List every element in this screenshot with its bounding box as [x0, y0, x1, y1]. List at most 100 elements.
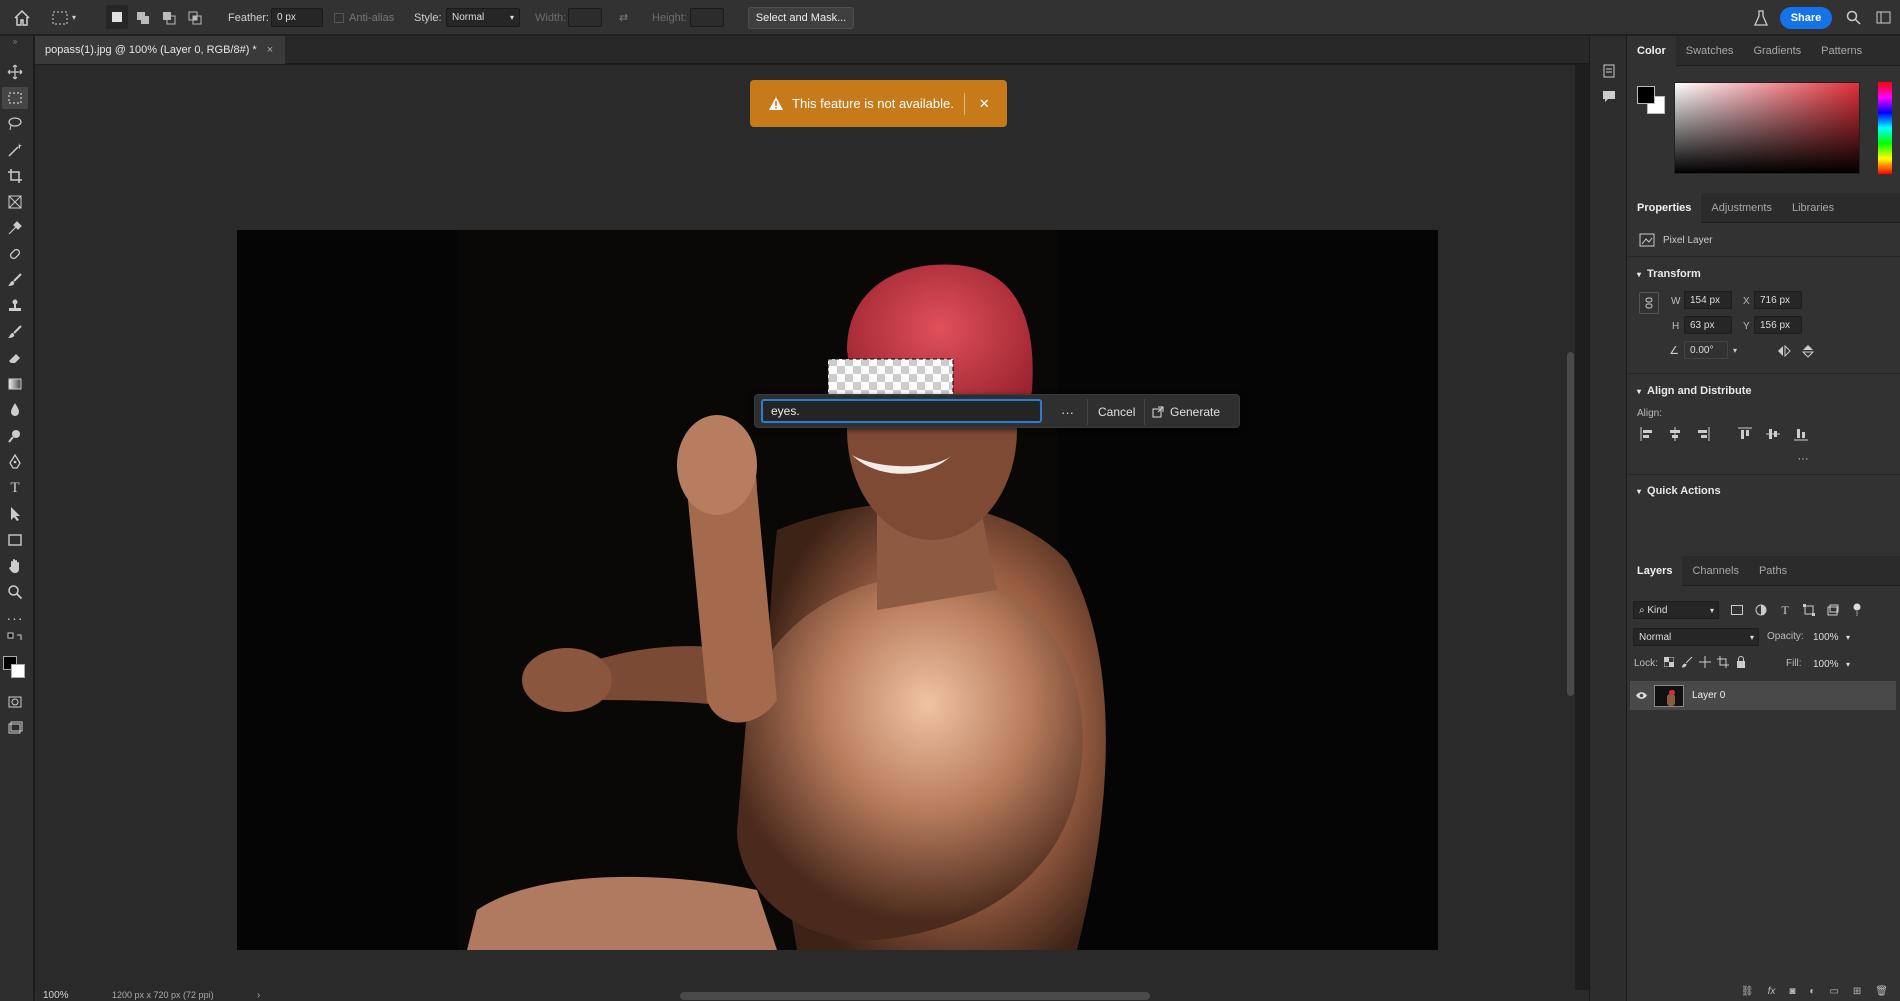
tab-patterns[interactable]: Patterns [1811, 36, 1872, 66]
gradient-tool-icon[interactable] [0, 373, 30, 395]
fx-icon[interactable]: fx [1768, 986, 1776, 997]
tab-gradients[interactable]: Gradients [1743, 36, 1811, 66]
flip-horizontal-icon[interactable] [1775, 342, 1793, 360]
prompt-input[interactable]: eyes. [761, 399, 1042, 423]
more-tools-icon[interactable]: ··· [0, 607, 30, 629]
cancel-button[interactable]: Cancel [1098, 395, 1135, 429]
eye-icon[interactable] [1630, 691, 1652, 700]
generate-button[interactable]: Generate [1152, 395, 1220, 429]
tab-adjustments[interactable]: Adjustments [1701, 193, 1782, 223]
select-and-mask-button[interactable]: Select and Mask... [748, 6, 854, 29]
tab-color[interactable]: Color [1627, 35, 1676, 66]
eyedropper-tool-icon[interactable] [0, 217, 30, 239]
flip-vertical-icon[interactable] [1799, 342, 1817, 360]
lock-artboard-icon[interactable] [1716, 655, 1730, 669]
marquee-tool-preset-picker[interactable]: ▾ [52, 0, 92, 35]
style-select[interactable]: Normal ▾ [446, 8, 520, 27]
document-image[interactable] [237, 230, 1438, 950]
angle-field[interactable]: 0.00° [1684, 341, 1728, 359]
brush-tool-icon[interactable] [0, 269, 30, 291]
tab-channels[interactable]: Channels [1682, 556, 1748, 586]
filter-toggle-icon[interactable] [1849, 601, 1865, 619]
opacity-field[interactable]: 100% ▾ [1807, 628, 1853, 646]
align-section-header[interactable]: ▾ Align and Distribute [1637, 385, 1752, 397]
more-options-button[interactable]: ··· [1061, 395, 1074, 429]
align-center-horizontal-icon[interactable] [1667, 426, 1683, 442]
new-selection-icon[interactable] [106, 5, 128, 29]
home-icon[interactable] [10, 0, 34, 35]
color-field[interactable] [1674, 82, 1860, 174]
lock-all-icon[interactable] [1734, 655, 1748, 669]
horizontal-scroll-thumb[interactable] [680, 992, 1150, 1000]
lock-position-icon[interactable] [1698, 655, 1712, 669]
healing-brush-tool-icon[interactable] [0, 243, 30, 265]
filter-type-icon[interactable]: T [1777, 601, 1793, 619]
new-group-icon[interactable]: ▭ [1829, 986, 1838, 997]
tab-libraries[interactable]: Libraries [1782, 193, 1844, 223]
intersect-selection-icon[interactable] [184, 0, 206, 35]
tab-layers[interactable]: Layers [1627, 555, 1683, 586]
link-dimensions-icon[interactable] [1639, 292, 1659, 314]
transform-section-header[interactable]: ▾ Transform [1637, 268, 1701, 280]
blur-tool-icon[interactable] [0, 399, 30, 421]
link-layers-icon[interactable]: ⛓ [1741, 986, 1754, 997]
eraser-tool-icon[interactable] [0, 347, 30, 369]
width-field[interactable]: 154 px [1684, 291, 1732, 309]
workspace-icon[interactable] [1873, 0, 1893, 35]
screen-mode-icon[interactable] [0, 717, 30, 739]
delete-layer-icon[interactable]: 🗑 [1875, 986, 1888, 997]
height-field[interactable]: 63 px [1684, 316, 1732, 334]
document-tab[interactable]: popass(1).jpg @ 100% (Layer 0, RGB/8#) *… [35, 36, 285, 64]
filter-shape-icon[interactable] [1801, 601, 1817, 619]
new-layer-icon[interactable]: ⊞ [1853, 986, 1861, 997]
filter-smart-object-icon[interactable] [1825, 601, 1841, 619]
frame-tool-icon[interactable] [0, 191, 30, 213]
lock-transparent-icon[interactable] [1662, 655, 1676, 669]
type-tool-icon[interactable]: T [0, 477, 30, 499]
path-selection-tool-icon[interactable] [0, 503, 30, 525]
adjustment-layer-icon[interactable]: ◐ [1809, 986, 1815, 997]
status-menu-arrow[interactable]: › [257, 990, 260, 1001]
close-toast-icon[interactable]: ✕ [979, 96, 990, 112]
move-tool-icon[interactable] [0, 61, 30, 83]
chevron-down-icon[interactable]: ▾ [1728, 341, 1742, 359]
subtract-from-selection-icon[interactable] [158, 0, 180, 35]
flask-icon[interactable] [1751, 0, 1771, 35]
anti-alias-checkbox[interactable]: Anti-alias [334, 0, 394, 35]
rectangle-tool-icon[interactable] [0, 529, 30, 551]
history-panel-icon[interactable] [1598, 60, 1620, 82]
blend-mode-select[interactable]: Normal ▾ [1633, 628, 1759, 646]
hue-slider[interactable] [1878, 82, 1892, 174]
pen-tool-icon[interactable] [0, 451, 30, 473]
align-left-icon[interactable] [1639, 426, 1655, 442]
layer-kind-filter[interactable]: ⌕ Kind ▾ [1633, 601, 1719, 619]
tab-swatches[interactable]: Swatches [1676, 36, 1744, 66]
vertical-scroll-thumb[interactable] [1567, 352, 1574, 696]
align-middle-vertical-icon[interactable] [1765, 426, 1781, 442]
zoom-tool-icon[interactable] [0, 581, 30, 603]
close-tab-icon[interactable]: × [267, 44, 273, 56]
rectangular-marquee-tool-icon[interactable] [2, 87, 28, 109]
collapse-toolbar-icon[interactable]: » [0, 36, 30, 46]
share-button[interactable]: Share [1780, 6, 1832, 29]
dodge-tool-icon[interactable] [0, 425, 30, 447]
align-right-icon[interactable] [1695, 426, 1711, 442]
filter-adjustment-icon[interactable] [1753, 601, 1769, 619]
align-bottom-icon[interactable] [1793, 426, 1809, 442]
clone-stamp-tool-icon[interactable] [0, 295, 30, 317]
y-field[interactable]: 156 px [1754, 316, 1802, 334]
swap-icon[interactable]: ⇄ [619, 0, 628, 35]
x-field[interactable]: 716 px [1754, 291, 1802, 309]
quick-actions-section-header[interactable]: ▾ Quick Actions [1637, 485, 1721, 497]
quick-mask-icon[interactable] [0, 691, 30, 713]
zoom-level[interactable]: 100% [43, 990, 69, 1001]
tab-paths[interactable]: Paths [1749, 556, 1797, 586]
background-color-swatch[interactable] [11, 664, 25, 678]
add-mask-icon[interactable]: ◙ [1789, 986, 1795, 997]
lock-image-icon[interactable] [1680, 655, 1694, 669]
more-align-options-button[interactable]: ··· [1793, 452, 1813, 466]
lasso-tool-icon[interactable] [0, 113, 30, 135]
layer-row[interactable]: Layer 0 [1630, 681, 1896, 710]
filter-pixel-icon[interactable] [1729, 601, 1745, 619]
width-input[interactable] [568, 8, 602, 27]
